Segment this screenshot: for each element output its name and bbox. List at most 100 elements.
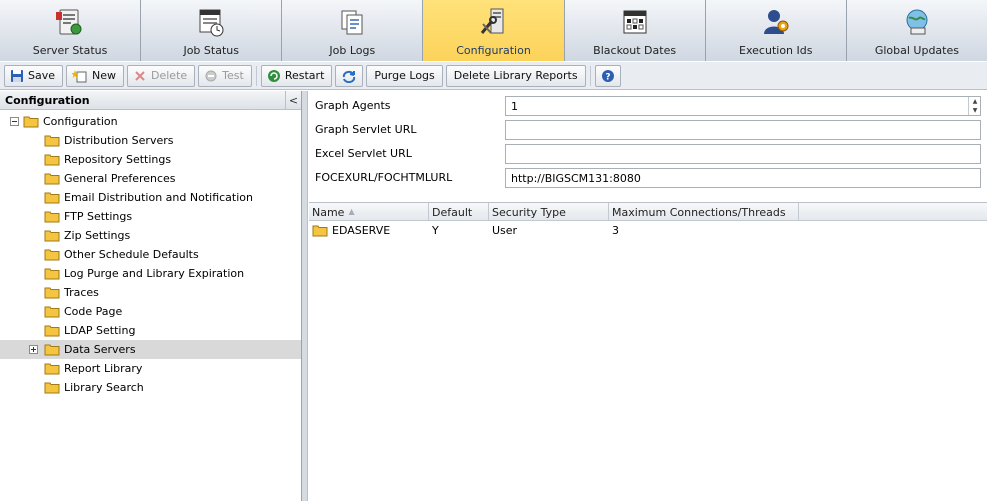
folder-icon <box>44 192 60 204</box>
data-servers-grid: Name ▲ Default Security Type Maximum Con… <box>309 202 987 501</box>
help-icon: ? <box>601 69 614 82</box>
tree-item-label: Traces <box>64 286 99 299</box>
tree-item-label: Zip Settings <box>64 229 131 242</box>
excel-servlet-url-input[interactable] <box>505 144 981 164</box>
tree-item[interactable]: Library Search <box>44 378 144 397</box>
folder-icon <box>44 249 60 261</box>
tree-item[interactable]: FTP Settings <box>44 207 132 226</box>
tree-item-label: Other Schedule Defaults <box>64 248 199 261</box>
folder-icon <box>44 268 60 280</box>
folder-icon <box>312 225 328 236</box>
tree-item-label: Repository Settings <box>64 153 172 166</box>
restart-icon <box>267 69 280 82</box>
server-status-icon <box>56 9 82 35</box>
tab-label: Job Status <box>183 44 239 57</box>
delete-library-reports-button[interactable]: Delete Library Reports <box>445 64 586 87</box>
purge-logs-label: Purge Logs <box>374 69 435 82</box>
folder-icon <box>44 230 60 242</box>
new-item-icon <box>72 69 87 82</box>
tree-item[interactable]: Repository Settings <box>44 150 171 169</box>
graph-servlet-url-label: Graph Servlet URL <box>315 123 417 136</box>
collapse-toggle-icon[interactable] <box>10 117 19 126</box>
tree-item[interactable]: Traces <box>44 283 99 302</box>
delete-button-label: Delete <box>151 69 188 82</box>
tree-item[interactable]: Zip Settings <box>44 226 130 245</box>
new-button[interactable]: New <box>66 64 125 87</box>
restart-button[interactable]: Restart <box>260 64 333 87</box>
tab-configuration[interactable]: Configuration <box>423 0 565 61</box>
collapse-panel-button[interactable]: < <box>285 91 301 109</box>
purge-logs-button[interactable]: Purge Logs <box>366 64 443 87</box>
save-button[interactable]: Save <box>4 64 64 87</box>
tree-item[interactable]: Log Purge and Library Expiration <box>44 264 244 283</box>
tree-item[interactable]: Data Servers <box>0 340 301 359</box>
folder-icon <box>23 116 39 128</box>
graph-agents-spinner[interactable]: ▲ ▼ <box>968 97 981 115</box>
tab-execution-ids[interactable]: Execution Ids <box>705 0 847 61</box>
delete-x-icon <box>135 70 145 81</box>
tree-item-label: Email Distribution and Notification <box>64 191 253 204</box>
folder-icon <box>44 363 60 375</box>
spin-down-icon[interactable]: ▼ <box>969 106 981 115</box>
toolbar-separator <box>255 65 257 86</box>
tree-item-label: LDAP Setting <box>64 324 136 337</box>
folder-icon <box>44 382 60 394</box>
tree-item[interactable]: General Preferences <box>44 169 176 188</box>
focexurl-input[interactable] <box>505 168 981 188</box>
focexurl-row: FOCEXURL/FOCHTMLURL <box>309 165 987 189</box>
folder-icon <box>44 135 60 147</box>
tree-item-label: Code Page <box>64 305 123 318</box>
folder-icon <box>44 211 60 223</box>
tab-label: Global Updates <box>874 44 959 57</box>
tree-item[interactable]: Report Library <box>44 359 142 378</box>
table-row[interactable]: EDASERVE Y User 3 <box>309 221 987 239</box>
refresh-button[interactable] <box>335 64 364 87</box>
tree-item[interactable]: Email Distribution and Notification <box>44 188 253 207</box>
column-header-max-connections[interactable]: Maximum Connections/Threads <box>609 203 799 221</box>
tab-label: Blackout Dates <box>593 44 677 57</box>
tree-item[interactable]: Code Page <box>44 302 122 321</box>
graph-agents-row: Graph Agents ▲ ▼ <box>309 93 987 117</box>
configuration-tree-panel: Configuration < Configuration Distributi… <box>0 91 302 501</box>
expand-toggle-icon[interactable] <box>29 345 38 354</box>
cell-max-connections: 3 <box>612 223 619 237</box>
tab-server-status[interactable]: Server Status <box>0 0 142 61</box>
execution-ids-icon <box>763 10 789 34</box>
cell-name: EDASERVE <box>309 224 429 237</box>
spin-up-icon[interactable]: ▲ <box>969 97 981 106</box>
panel-splitter[interactable] <box>302 91 308 501</box>
folder-icon <box>44 344 60 356</box>
new-button-label: New <box>92 69 117 82</box>
column-header-name[interactable]: Name ▲ <box>309 203 429 221</box>
tab-blackout-dates[interactable]: Blackout Dates <box>564 0 706 61</box>
graph-agents-input[interactable] <box>505 96 981 116</box>
test-button[interactable]: Test <box>198 64 252 87</box>
tree-panel-header: Configuration < <box>0 91 301 110</box>
grid-header: Name ▲ Default Security Type Maximum Con… <box>309 203 987 221</box>
delete-button[interactable]: Delete <box>127 64 196 87</box>
tree-item-label: Configuration <box>43 115 118 128</box>
tree-item-label: General Preferences <box>64 172 176 185</box>
job-logs-icon <box>341 10 363 35</box>
column-header-security-type[interactable]: Security Type <box>489 203 609 221</box>
excel-servlet-url-label: Excel Servlet URL <box>315 147 412 160</box>
tree-item[interactable]: Distribution Servers <box>44 131 173 150</box>
tab-label: Server Status <box>32 44 108 57</box>
floppy-disk-icon <box>11 69 23 82</box>
delete-library-reports-label: Delete Library Reports <box>453 69 578 82</box>
tree-item[interactable]: LDAP Setting <box>44 321 135 340</box>
tab-global-updates[interactable]: Global Updates <box>846 0 987 61</box>
tab-job-logs[interactable]: Job Logs <box>282 0 424 61</box>
help-button[interactable]: ? <box>594 64 621 87</box>
tab-job-status[interactable]: Job Status <box>141 0 283 61</box>
tree-root-configuration[interactable]: Configuration <box>10 112 118 131</box>
tree-item[interactable]: Other Schedule Defaults <box>44 245 199 264</box>
folder-icon <box>44 173 60 185</box>
tree-item-label: Log Purge and Library Expiration <box>64 267 245 280</box>
graph-servlet-url-input[interactable] <box>505 120 981 140</box>
toolbar: Save New Delete Test Restart Purge Logs … <box>0 62 987 90</box>
refresh-icon <box>343 70 356 83</box>
tree-item-label: FTP Settings <box>64 210 133 223</box>
calendar-icon <box>623 10 647 34</box>
column-header-default[interactable]: Default <box>429 203 489 221</box>
